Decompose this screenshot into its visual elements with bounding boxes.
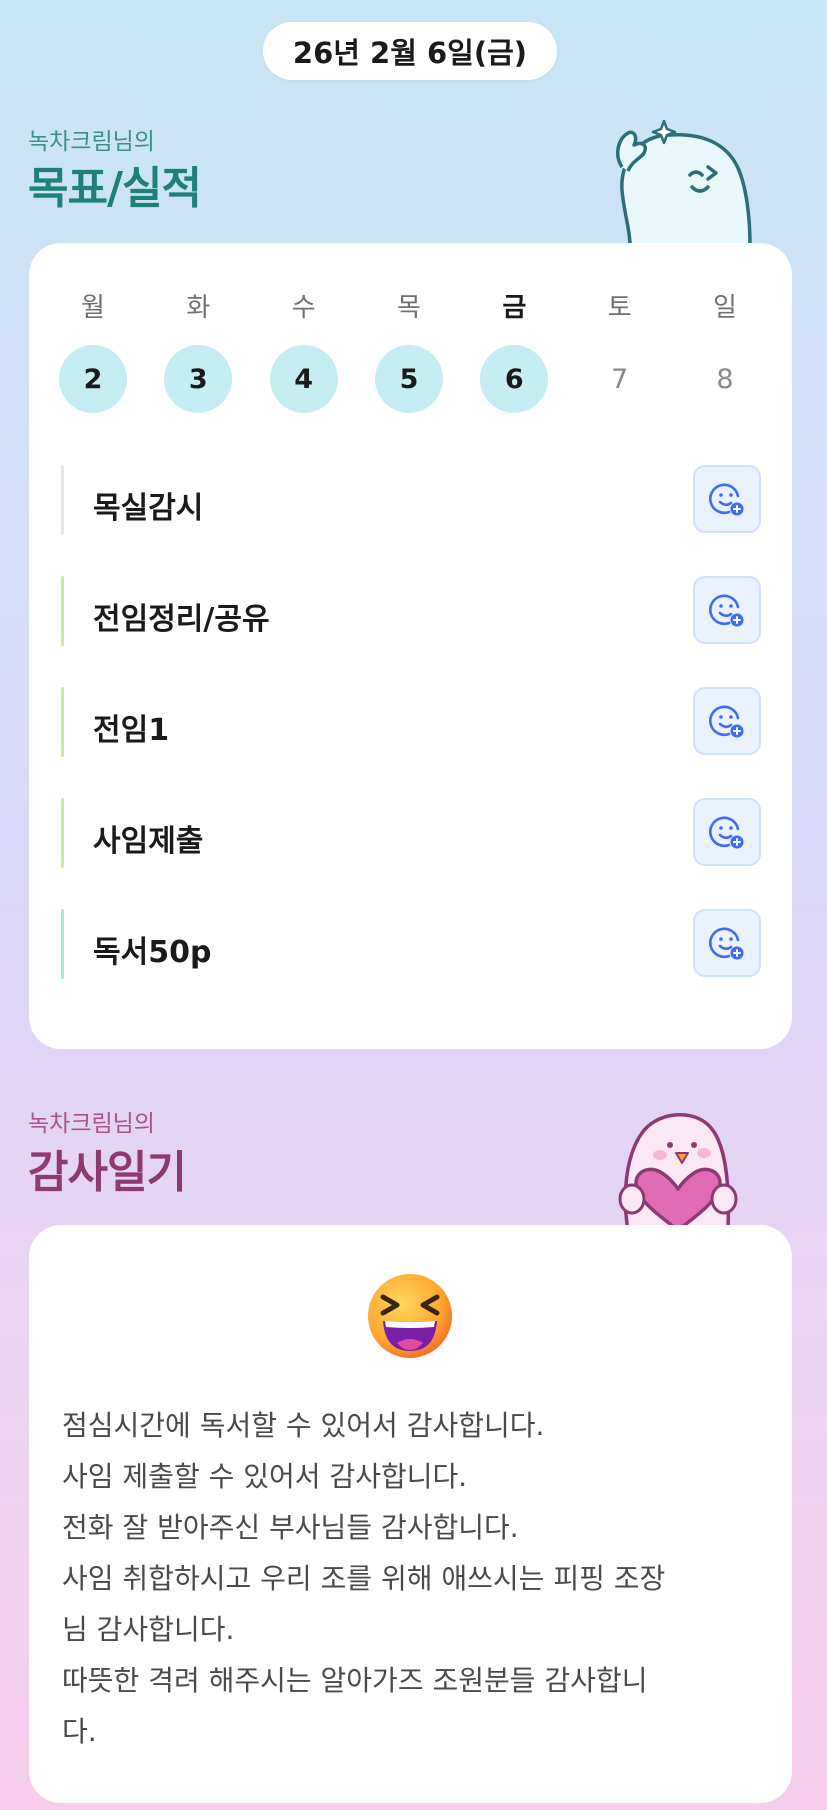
- day-number[interactable]: 2: [59, 345, 127, 413]
- gratitude-subtitle: 녹차크림님의: [28, 1111, 155, 1137]
- day-number[interactable]: 6: [480, 345, 549, 413]
- date-pill[interactable]: 26년 2월 6일(금): [263, 22, 557, 80]
- goal-label: 전임1: [93, 713, 170, 748]
- gratitude-title: 감사일기: [28, 1147, 187, 1198]
- goal-item[interactable]: 사임제출: [61, 798, 761, 909]
- day-number[interactable]: 5: [374, 345, 443, 413]
- day-fri[interactable]: 금 6: [480, 293, 549, 413]
- goals-title: 목표/실적: [28, 163, 202, 214]
- goal-list: 목실감시 전임정리/공유 전임1 사임제출 독서50p: [61, 465, 761, 1020]
- day-wed[interactable]: 수 4: [269, 293, 338, 413]
- smiley-add-icon: [709, 927, 744, 960]
- diary-line: 따뜻한 격려 해주시는 알아가즈 조원분들 감사합니: [62, 1664, 648, 1697]
- goal-label: 전임정리/공유: [93, 602, 270, 637]
- gratitude-card: 점심시간에 독서할 수 있어서 감사합니다. 사임 제출할 수 있어서 감사합니…: [29, 1225, 792, 1803]
- laughing-face-icon: [368, 1274, 452, 1358]
- day-tue[interactable]: 화 3: [164, 293, 233, 413]
- goal-item[interactable]: 목실감시: [61, 465, 761, 576]
- heart-mascot-icon: [618, 1113, 738, 1230]
- date-label: 26년 2월 6일(금): [292, 36, 528, 70]
- day-sat[interactable]: 토 7: [586, 293, 654, 413]
- diary-line: 사임 제출할 수 있어서 감사합니다.: [62, 1460, 468, 1493]
- smiley-add-icon: [709, 594, 744, 627]
- diary-line: 사임 취합하시고 우리 조를 위해 애쓰시는 피핑 조장: [62, 1562, 666, 1595]
- gratitude-text: 점심시간에 독서할 수 있어서 감사합니다. 사임 제출할 수 있어서 감사합니…: [62, 1400, 762, 1757]
- goal-color-bar: [61, 465, 64, 535]
- day-label: 금: [502, 293, 527, 323]
- day-thu[interactable]: 목 5: [374, 293, 443, 413]
- add-reaction-button[interactable]: [693, 576, 761, 644]
- goal-color-bar: [61, 687, 64, 757]
- day-label: 화: [186, 293, 211, 323]
- goal-color-bar: [61, 576, 64, 646]
- day-number[interactable]: 4: [269, 345, 338, 413]
- day-label: 토: [607, 293, 632, 323]
- add-reaction-button[interactable]: [693, 465, 761, 533]
- diary-line: 다.: [62, 1715, 97, 1748]
- smiley-add-icon: [709, 483, 744, 516]
- week-strip: 월 2 화 3 수 4 목 5 금 6 토 7 일 8: [59, 293, 759, 413]
- goals-subtitle: 녹차크림님의: [28, 129, 155, 155]
- goal-color-bar: [61, 798, 64, 868]
- diary-line: 전화 잘 받아주신 부사님들 감사합니다.: [62, 1511, 519, 1544]
- day-number[interactable]: 8: [691, 345, 759, 413]
- goals-card: 월 2 화 3 수 4 목 5 금 6 토 7 일 8 목실감시 전임정리/공유…: [29, 243, 792, 1049]
- add-reaction-button[interactable]: [693, 798, 761, 866]
- goal-label: 사임제출: [93, 824, 204, 859]
- day-label: 일: [713, 293, 737, 323]
- goal-item[interactable]: 독서50p: [61, 909, 761, 1020]
- day-sun[interactable]: 일 8: [691, 293, 759, 413]
- goal-label: 목실감시: [93, 491, 204, 526]
- diary-line: 님 감사합니다.: [62, 1613, 235, 1646]
- goal-color-bar: [61, 909, 64, 979]
- day-number[interactable]: 7: [586, 345, 654, 413]
- day-mon[interactable]: 월 2: [59, 293, 127, 413]
- goal-item[interactable]: 전임정리/공유: [61, 576, 761, 687]
- day-number[interactable]: 3: [164, 345, 233, 413]
- diary-line: 점심시간에 독서할 수 있어서 감사합니다.: [62, 1409, 545, 1442]
- add-reaction-button[interactable]: [693, 687, 761, 755]
- add-reaction-button[interactable]: [693, 909, 761, 977]
- goal-item[interactable]: 전임1: [61, 687, 761, 798]
- smiley-add-icon: [709, 816, 744, 849]
- day-label: 목: [397, 293, 421, 323]
- ghost-mascot-icon: [616, 119, 752, 245]
- smiley-add-icon: [709, 705, 744, 738]
- goal-label: 독서50p: [93, 935, 212, 970]
- day-label: 수: [291, 293, 316, 323]
- day-label: 월: [81, 293, 105, 323]
